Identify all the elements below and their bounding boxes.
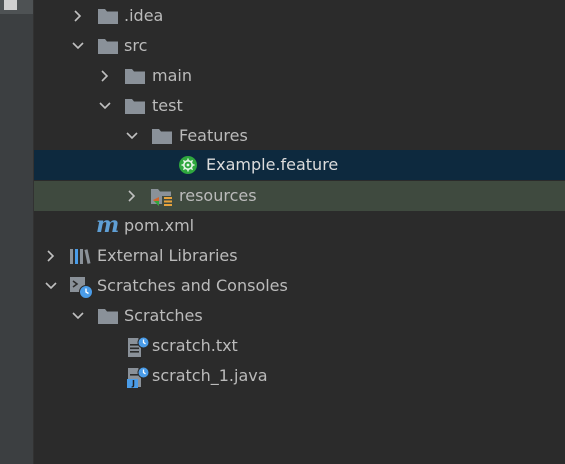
side-tool-gutter xyxy=(0,0,34,464)
folder-icon xyxy=(124,91,146,121)
project-tree[interactable]: .idea src main test Features Example.fea… xyxy=(34,0,565,464)
maven-icon: m xyxy=(96,211,120,241)
library-icon xyxy=(69,241,91,271)
tree-item-label: .idea xyxy=(124,6,164,25)
tree-item-external-libraries[interactable]: External Libraries xyxy=(34,241,565,271)
text-scratch-file-icon xyxy=(126,331,150,361)
tree-item-label: scratch_1.java xyxy=(152,366,268,385)
tree-item-label: External Libraries xyxy=(97,246,238,265)
folder-icon xyxy=(97,31,119,61)
tree-item-scratch-txt[interactable]: scratch.txt xyxy=(34,331,565,361)
chevron-right-icon[interactable] xyxy=(124,181,140,211)
tree-item-src[interactable]: src xyxy=(34,31,565,61)
tree-item-label: main xyxy=(152,66,192,85)
project-tool-tab[interactable] xyxy=(0,0,33,14)
tree-item-label: Features xyxy=(179,126,248,145)
chevron-right-icon[interactable] xyxy=(70,1,86,31)
java-scratch-file-icon: J xyxy=(126,361,150,391)
tree-item-scratch-java[interactable]: J scratch_1.java xyxy=(34,361,565,391)
tree-item-label: Example.feature xyxy=(206,155,339,174)
tree-item-features[interactable]: Features xyxy=(34,121,565,151)
tree-item-resources[interactable]: resources xyxy=(34,181,565,211)
folder-icon xyxy=(97,301,119,331)
java-badge-letter: J xyxy=(132,379,135,388)
folder-icon xyxy=(151,121,173,151)
folder-icon xyxy=(124,61,146,91)
tree-item-test[interactable]: test xyxy=(34,91,565,121)
chevron-right-icon[interactable] xyxy=(43,241,59,271)
chevron-down-icon[interactable] xyxy=(43,271,59,301)
chevron-down-icon[interactable] xyxy=(70,301,86,331)
tree-item-label: scratch.txt xyxy=(152,336,238,355)
cucumber-icon xyxy=(178,150,200,180)
chevron-down-icon[interactable] xyxy=(97,91,113,121)
chevron-right-icon[interactable] xyxy=(97,61,113,91)
tree-item-main[interactable]: main xyxy=(34,61,565,91)
scratches-console-icon xyxy=(69,271,93,301)
tree-item-pom[interactable]: m pom.xml xyxy=(34,211,565,241)
tree-item-label: pom.xml xyxy=(124,216,195,235)
tree-item-scratches-and-consoles[interactable]: Scratches and Consoles xyxy=(34,271,565,301)
document-icon xyxy=(4,0,17,10)
tree-item-example-feature[interactable]: Example.feature xyxy=(34,150,565,180)
folder-icon xyxy=(97,1,119,31)
tree-item-label: Scratches and Consoles xyxy=(97,276,288,295)
tree-item-label: test xyxy=(152,96,183,115)
tree-item-idea[interactable]: .idea xyxy=(34,1,565,31)
tree-item-label: src xyxy=(124,36,148,55)
tree-item-scratches[interactable]: Scratches xyxy=(34,301,565,331)
tree-item-label: resources xyxy=(179,186,257,205)
tree-item-label: Scratches xyxy=(124,306,203,325)
resources-folder-icon xyxy=(150,181,173,211)
maven-icon-glyph: m xyxy=(96,212,120,238)
chevron-down-icon[interactable] xyxy=(70,31,86,61)
chevron-down-icon[interactable] xyxy=(124,121,140,151)
